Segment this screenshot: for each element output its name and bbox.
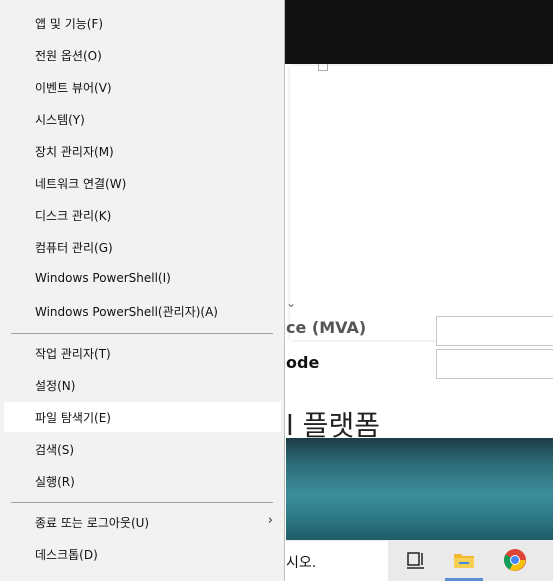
background-dropdown-panel	[290, 66, 553, 340]
menu-item-device-manager[interactable]: 장치 관리자(M)	[4, 136, 281, 166]
menu-separator	[11, 333, 273, 334]
task-view-icon[interactable]	[402, 545, 430, 575]
menu-item-label: 검색(S)	[35, 443, 75, 457]
background-field-label: ode	[286, 353, 320, 372]
menu-item-label: 데스크톱(D)	[35, 548, 98, 562]
menu-item-label: 컴퓨터 관리(G)	[35, 241, 113, 255]
menu-item-label: 파일 탐색기(E)	[35, 411, 111, 425]
menu-item-label: 이벤트 뷰어(V)	[35, 81, 112, 95]
menu-item-label: 네트워크 연결(W)	[35, 177, 127, 191]
file-explorer-icon[interactable]	[450, 545, 478, 575]
winx-context-menu: 앱 및 기능(F) 전원 옵션(O) 이벤트 뷰어(V) 시스템(Y) 장치 관…	[0, 0, 285, 581]
menu-item-label: 시스템(Y)	[35, 113, 85, 127]
menu-item-power-options[interactable]: 전원 옵션(O)	[4, 40, 281, 70]
menu-item-file-explorer[interactable]: 파일 탐색기(E)	[4, 402, 281, 432]
menu-item-system[interactable]: 시스템(Y)	[4, 104, 281, 134]
menu-item-settings[interactable]: 설정(N)	[4, 370, 281, 400]
menu-item-network-connections[interactable]: 네트워크 연결(W)	[4, 168, 281, 198]
taskbar-search-text: 시오.	[286, 555, 317, 571]
menu-item-desktop[interactable]: 데스크톱(D)	[4, 539, 281, 569]
chevron-right-icon: ›	[267, 513, 273, 528]
chrome-icon[interactable]	[501, 545, 529, 575]
menu-item-label: Windows PowerShell(I)	[35, 271, 171, 285]
menu-item-label: 앱 및 기능(F)	[35, 17, 104, 31]
background-field-label: ce (MVA)	[286, 318, 367, 337]
menu-item-computer-management[interactable]: 컴퓨터 관리(G)	[4, 232, 281, 262]
menu-item-task-manager[interactable]: 작업 관리자(T)	[4, 338, 281, 368]
menu-item-label: 설정(N)	[35, 379, 76, 393]
menu-item-disk-management[interactable]: 디스크 관리(K)	[4, 200, 281, 230]
menu-item-label: 디스크 관리(K)	[35, 209, 112, 223]
menu-separator	[11, 502, 273, 503]
menu-item-label: Windows PowerShell(관리자)(A)	[35, 305, 218, 319]
menu-item-label: 작업 관리자(T)	[35, 347, 111, 361]
background-photo	[286, 438, 553, 540]
menu-item-powershell[interactable]: Windows PowerShell(I)	[4, 264, 281, 294]
menu-item-shutdown-signout[interactable]: 종료 또는 로그아웃(U) ›	[4, 507, 281, 537]
menu-item-label: 전원 옵션(O)	[35, 49, 102, 63]
background-text-field[interactable]	[436, 349, 553, 379]
menu-item-powershell-admin[interactable]: Windows PowerShell(관리자)(A)	[4, 296, 281, 326]
background-small-icon	[318, 64, 328, 71]
menu-item-label: 종료 또는 로그아웃(U)	[35, 516, 150, 530]
chevron-down-icon[interactable]: ⌄	[286, 296, 296, 310]
background-text-field[interactable]	[436, 316, 553, 346]
menu-item-search[interactable]: 검색(S)	[4, 434, 281, 464]
menu-item-run[interactable]: 실행(R)	[4, 466, 281, 496]
menu-item-event-viewer[interactable]: 이벤트 뷰어(V)	[4, 72, 281, 102]
menu-item-apps-features[interactable]: 앱 및 기능(F)	[4, 8, 281, 38]
menu-item-label: 장치 관리자(M)	[35, 145, 114, 159]
menu-item-label: 실행(R)	[35, 475, 75, 489]
